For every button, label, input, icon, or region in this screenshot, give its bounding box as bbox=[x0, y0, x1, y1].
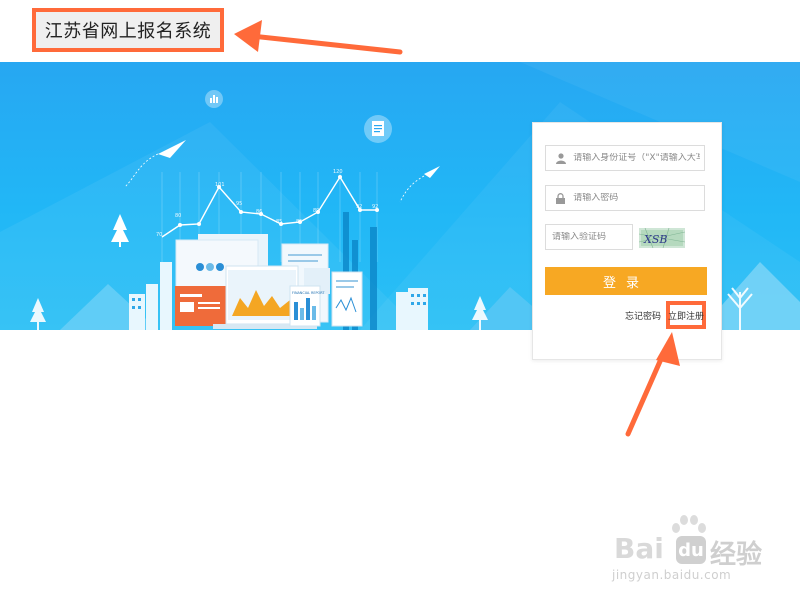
id-number-field bbox=[545, 145, 705, 171]
forgot-password-link[interactable]: 忘记密码 bbox=[625, 309, 661, 322]
chart-point-label: 92 bbox=[372, 204, 378, 210]
site-title-highlight: 江苏省网上报名系统 bbox=[32, 8, 224, 52]
document-icon bbox=[364, 115, 392, 143]
user-icon bbox=[552, 149, 569, 167]
watermark-du: du bbox=[676, 536, 706, 564]
lock-icon bbox=[552, 189, 569, 207]
page-header: 江苏省网上报名系统 bbox=[0, 0, 800, 62]
register-highlight: 立即注册 bbox=[666, 301, 706, 329]
captcha-input[interactable] bbox=[546, 232, 640, 242]
bar-chart-icon bbox=[205, 90, 223, 108]
password-field bbox=[545, 185, 705, 211]
login-card: XSB 登录 忘记密码 立即注册 bbox=[532, 122, 722, 360]
chart-point-label: 86 bbox=[256, 209, 262, 215]
watermark-url: jingyan.baidu.com bbox=[612, 568, 732, 582]
chart-point-label: 70 bbox=[156, 232, 162, 238]
chart-point-label: 89 bbox=[313, 208, 319, 214]
watermark-jingyan: 经验 bbox=[710, 540, 763, 570]
watermark-brand: Bai bbox=[614, 532, 664, 565]
captcha-text: XSB bbox=[643, 233, 667, 246]
report-title: FINANCIAL REPORT bbox=[292, 291, 325, 295]
id-number-input[interactable] bbox=[569, 153, 704, 163]
captcha-image[interactable]: XSB bbox=[639, 228, 685, 248]
password-input[interactable] bbox=[569, 193, 704, 203]
login-button[interactable]: 登录 bbox=[545, 267, 707, 295]
chart-point-label: 85 bbox=[296, 219, 302, 225]
chart-point-label: 95 bbox=[236, 201, 242, 207]
chart-point-label: 101 bbox=[215, 182, 225, 188]
chart-point-label: 92 bbox=[356, 204, 362, 210]
chart-point-label: 80 bbox=[175, 213, 181, 219]
app-root: 江苏省网上报名系统 70 80 101 95 86 85 85 89 120 9… bbox=[0, 0, 800, 600]
site-title[interactable]: 江苏省网上报名系统 bbox=[36, 12, 220, 48]
register-link[interactable]: 立即注册 bbox=[668, 309, 704, 322]
paper-plane-icon bbox=[399, 166, 440, 203]
baidu-jingyan-watermark: Bai du 经验 jingyan.baidu.com bbox=[610, 514, 780, 584]
chart-point-label: 85 bbox=[276, 219, 282, 225]
chart-point-label: 120 bbox=[333, 169, 343, 175]
captcha-field bbox=[545, 224, 640, 250]
